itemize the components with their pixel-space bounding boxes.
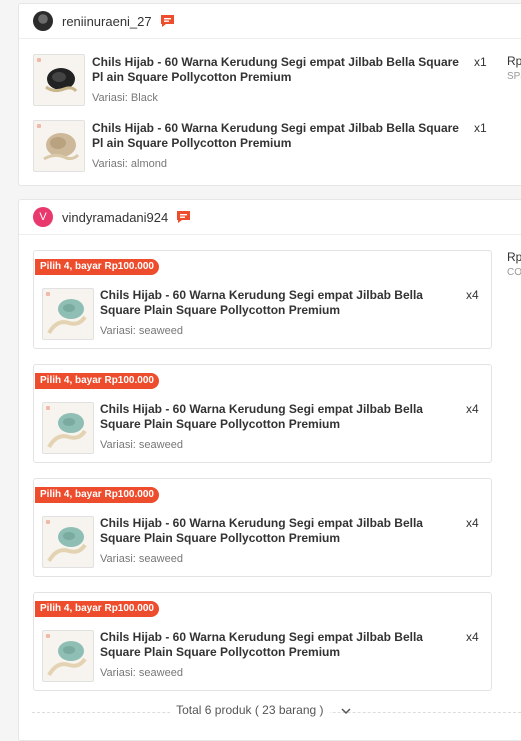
bundle-group: Pilih 4, bayar Rp100.000 Chils Hijab - 6…	[33, 592, 492, 691]
product-thumbnail[interactable]	[42, 516, 94, 568]
product-thumbnail[interactable]	[42, 402, 94, 454]
price-column: Rp CO	[507, 250, 521, 278]
order-item[interactable]: Chils Hijab - 60 Warna Kerudung Segi emp…	[33, 54, 521, 106]
price-text: Rp	[507, 54, 521, 68]
product-title[interactable]: Chils Hijab - 60 Warna Kerudung Segi emp…	[100, 402, 466, 432]
variant: Variasi: seaweed	[100, 667, 183, 679]
total-products-label[interactable]: Total 6 produk ( 23 barang )	[170, 703, 330, 717]
quantity: x4	[466, 516, 479, 530]
bundle-deal-badge: Pilih 4, bayar Rp100.000	[35, 601, 159, 617]
variant: Variasi: seaweed	[100, 325, 183, 337]
quantity: x1	[474, 121, 487, 135]
product-title[interactable]: Chils Hijab - 60 Warna Kerudung Segi emp…	[92, 121, 468, 151]
logo-icon	[46, 406, 50, 410]
avatar[interactable]: V	[33, 207, 53, 227]
product-thumbnail[interactable]	[33, 54, 85, 106]
chat-icon[interactable]	[176, 210, 191, 224]
chat-icon[interactable]	[160, 14, 175, 28]
quantity: x4	[466, 630, 479, 644]
order-item[interactable]: Chils Hijab - 60 Warna Kerudung Segi emp…	[33, 120, 521, 172]
quantity: x1	[474, 55, 487, 69]
variant: Variasi: Black	[92, 92, 158, 104]
logo-icon	[46, 520, 50, 524]
chevron-down-icon[interactable]	[341, 704, 351, 718]
shipping-text: SPa	[507, 71, 521, 82]
product-title[interactable]: Chils Hijab - 60 Warna Kerudung Segi emp…	[92, 55, 468, 85]
quantity: x4	[466, 288, 479, 302]
product-thumbnail[interactable]	[33, 120, 85, 172]
shipping-text: CO	[507, 267, 521, 278]
product-thumbnail[interactable]	[42, 288, 94, 340]
logo-icon	[37, 58, 41, 62]
username[interactable]: vindyramadani924	[62, 210, 168, 225]
avatar[interactable]	[33, 11, 53, 31]
order-card: V vindyramadani924 Rp CO Pilih 4, bayar …	[18, 199, 521, 741]
product-title[interactable]: Chils Hijab - 60 Warna Kerudung Segi emp…	[100, 288, 466, 318]
order-card: reniinuraeni_27 Chils Hijab - 60 Warna K…	[18, 3, 521, 186]
variant: Variasi: seaweed	[100, 439, 183, 451]
price-column: Rp SPa	[507, 54, 521, 82]
logo-icon	[46, 634, 50, 638]
bundle-group: Pilih 4, bayar Rp100.000 Chils Hijab - 6…	[33, 250, 492, 349]
username[interactable]: reniinuraeni_27	[62, 14, 152, 29]
quantity: x4	[466, 402, 479, 416]
shop-header: V vindyramadani924	[19, 200, 521, 235]
bundle-deal-badge: Pilih 4, bayar Rp100.000	[35, 487, 159, 503]
bundle-deal-badge: Pilih 4, bayar Rp100.000	[35, 373, 159, 389]
bundle-deal-badge: Pilih 4, bayar Rp100.000	[35, 259, 159, 275]
product-thumbnail[interactable]	[42, 630, 94, 682]
product-title[interactable]: Chils Hijab - 60 Warna Kerudung Segi emp…	[100, 516, 466, 546]
variant: Variasi: almond	[92, 158, 167, 170]
variant: Variasi: seaweed	[100, 553, 183, 565]
order-summary-toggle[interactable]: Total 6 produk ( 23 barang )	[0, 703, 521, 721]
logo-icon	[46, 292, 50, 296]
price-text: Rp	[507, 250, 521, 264]
product-title[interactable]: Chils Hijab - 60 Warna Kerudung Segi emp…	[100, 630, 466, 660]
bundle-group: Pilih 4, bayar Rp100.000 Chils Hijab - 6…	[33, 478, 492, 577]
shop-header: reniinuraeni_27	[19, 4, 521, 39]
logo-icon	[37, 124, 41, 128]
bundle-group: Pilih 4, bayar Rp100.000 Chils Hijab - 6…	[33, 364, 492, 463]
